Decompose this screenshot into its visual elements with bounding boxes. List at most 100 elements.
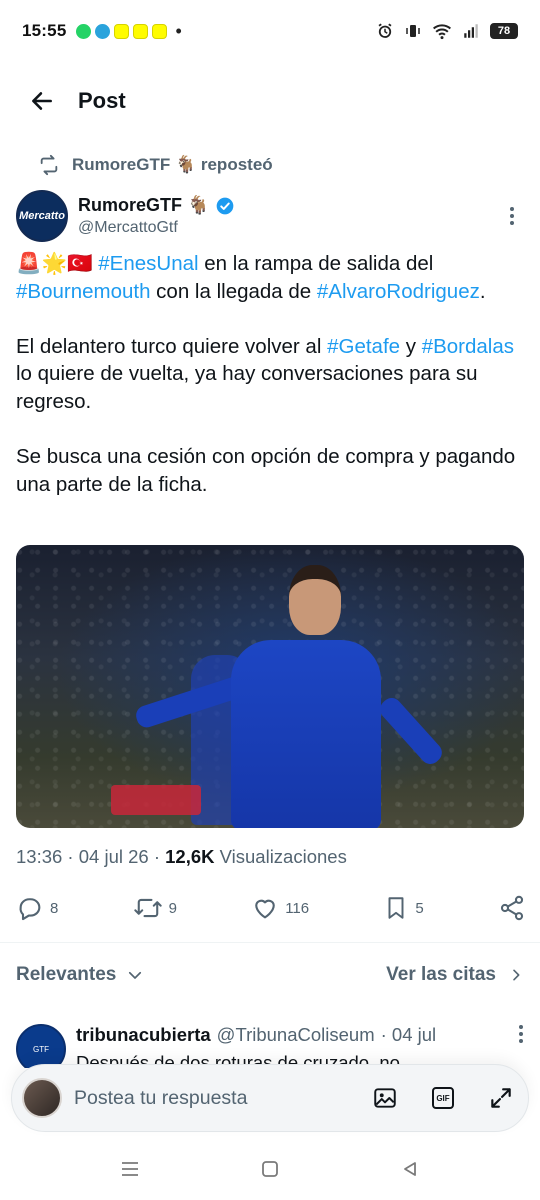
heart-icon [255,899,275,919]
image-icon[interactable] [372,1085,398,1111]
text-fragment: . [479,279,486,303]
home-button[interactable] [250,1158,290,1184]
views-count[interactable]: 12,6K [165,846,214,867]
bookmark-icon [388,897,404,919]
expand-icon[interactable] [488,1085,514,1111]
arrow-left-icon [32,92,52,110]
repost-count: 9 [168,899,177,917]
author-name[interactable]: RumoreGTF 🐐 [78,195,209,216]
like-count: 116 [285,899,310,917]
reply-author-name[interactable]: tribunacubierta [76,1024,211,1046]
share-icon [500,895,524,921]
recent-apps-button[interactable] [110,1158,150,1184]
repost-button[interactable]: 9 [133,894,177,922]
back-button[interactable] [20,79,64,123]
emoji-sequence: 🚨🌟🇹🇷 [16,252,99,275]
reply-input[interactable]: Postea tu respuesta [74,1087,372,1110]
verified-badge-icon [217,197,234,214]
post-paragraph: 🚨🌟🇹🇷 #EnesUnal en la rampa de salida del… [16,250,516,305]
more-vertical-icon [510,207,514,225]
menu-lines-icon [122,1162,138,1176]
wifi-icon [433,24,451,40]
reply-more-options-button[interactable] [518,1024,524,1050]
repost-icon [40,154,58,176]
text-fragment: Se busca una cesión con opción de compra… [16,445,516,496]
bookmark-count: 5 [415,899,424,917]
system-navigation-bar [0,1142,540,1200]
view-quotes-link[interactable]: Ver las citas [386,964,524,986]
reply-header: tribunacubierta @TribunaColiseum · 04 ju… [76,1024,436,1046]
chevron-down-icon [129,971,142,979]
avatar[interactable]: Mercatto [16,190,68,242]
post-author: Mercatto RumoreGTF 🐐 @MercattoGtf [16,186,524,246]
more-vertical-icon [519,1025,523,1043]
sort-label: Relevantes [16,964,117,985]
avatar-logo-text: Mercatto [19,210,65,222]
reply-author-handle[interactable]: @TribunaColiseum [217,1024,375,1046]
section-divider [0,942,540,943]
hashtag-link[interactable]: #Bournemouth [16,280,150,303]
post-image[interactable] [16,545,524,828]
repost-icon [133,898,162,918]
post-timestamp: 13:36 · 04 jul 26 · [16,846,166,867]
back-nav-button[interactable] [390,1158,430,1184]
post-actions: 8 9 116 5 [16,888,526,928]
square-icon [262,1161,278,1177]
views-label[interactable]: Visualizaciones [215,846,347,867]
post-paragraph: Se busca una cesión con opción de compra… [16,443,516,498]
text-fragment: con la llegada de [150,279,317,303]
repost-action-label: reposteó [200,155,273,174]
hashtag-link[interactable]: #Bordalas [422,335,514,358]
reply-item[interactable]: GTF tribunacubierta @TribunaColiseum · 0… [16,1020,524,1068]
system-icons: 78 [376,22,518,40]
signal-icon [464,24,478,38]
status-time: 15:55 [22,21,67,40]
composer-tools: GIF [372,1085,514,1111]
like-button[interactable]: 116 [251,894,309,922]
comment-icon [19,898,41,921]
text-fragment: en la rampa de salida del [198,252,434,275]
snapchat-icon [133,23,149,39]
reposter-name: RumoreGTF 🐐 [72,155,197,174]
repost-indicator[interactable]: RumoreGTF 🐐 reposteó [38,154,273,176]
whatsapp-icon [76,23,92,39]
author-handle[interactable]: @MercattoGtf [78,219,235,237]
author-meta: RumoreGTF 🐐 @MercattoGtf [78,195,235,237]
reply-count: 8 [50,899,59,917]
hashtag-link[interactable]: #AlvaroRodriguez [317,280,480,303]
bookmark-button[interactable]: 5 [383,894,424,922]
sort-replies-dropdown[interactable]: Relevantes [16,964,144,986]
avatar [22,1078,62,1118]
image-figure [111,785,201,815]
more-options-button[interactable] [500,196,524,236]
notification-icons [76,23,168,39]
post-paragraph: El delantero turco quiere volver al #Get… [16,333,516,416]
post-text: 🚨🌟🇹🇷 #EnesUnal en la rampa de salida del… [16,250,516,526]
snapchat-icon [152,23,168,39]
reply-composer: Postea tu respuesta GIF [11,1064,529,1132]
image-figure [289,565,341,635]
telegram-icon [95,23,111,39]
gif-button[interactable]: GIF [432,1087,454,1109]
view-quotes-label: Ver las citas [386,964,496,985]
avatar[interactable]: GTF [16,1024,66,1068]
more-notifications-dot: • [175,20,182,41]
status-bar: 15:55 • 78 [0,0,540,62]
text-fragment: El delantero turco quiere volver al [16,334,328,358]
triangle-back-icon [404,1162,416,1176]
share-button[interactable] [498,894,526,922]
battery-indicator: 78 [490,23,518,39]
text-fragment: y [400,334,422,358]
top-bar: Post [0,70,540,132]
vibrate-icon [406,25,420,37]
post-meta: 13:36 · 04 jul 26 · 12,6K Visualizacione… [16,846,347,868]
hashtag-link[interactable]: #Getafe [327,335,400,358]
chevron-right-icon [513,969,520,981]
text-fragment: lo quiere de vuelta, ya hay conversacion… [16,362,478,413]
page-title: Post [78,88,126,113]
image-figure [231,640,381,828]
hashtag-link[interactable]: #EnesUnal [98,252,198,275]
reply-date: · 04 jul [380,1024,437,1045]
alarm-icon [378,23,392,38]
reply-button[interactable]: 8 [16,894,58,922]
